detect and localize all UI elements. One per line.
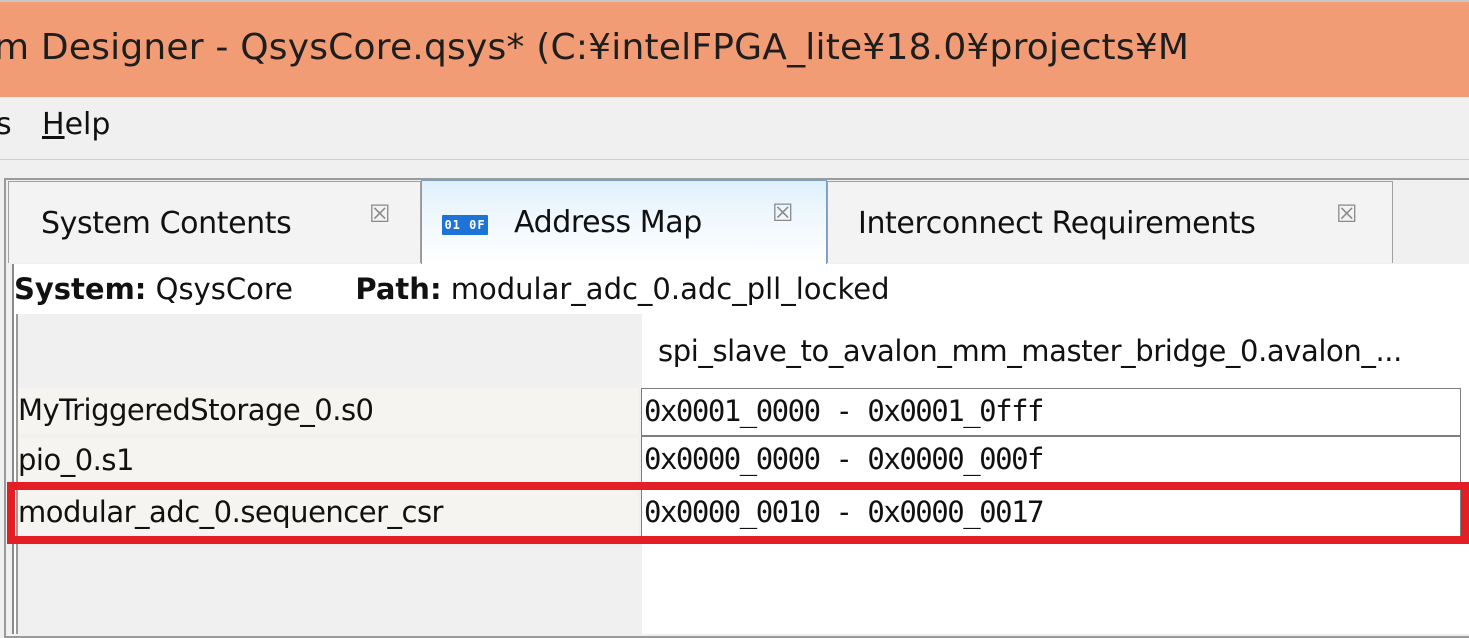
close-icon[interactable]: ☒ xyxy=(369,200,391,228)
table-row-label[interactable]: MyTriggeredStorage_0.s0 xyxy=(18,388,638,434)
column-header-master[interactable]: spi_slave_to_avalon_mm_master_bridge_0.a… xyxy=(658,334,1402,368)
highlight-box xyxy=(7,482,1469,544)
path-key: Path: xyxy=(355,272,442,306)
path-value: modular_adc_0.adc_pll_locked xyxy=(450,272,890,306)
tab-interconnect-requirements[interactable]: Interconnect Requirements ☒ xyxy=(827,181,1393,263)
window-title: m Designer - QsysCore.qsys* (C:¥intelFPG… xyxy=(0,27,1190,68)
menu-help-mnemonic: H xyxy=(42,107,65,142)
tab-label: System Contents xyxy=(41,206,292,241)
window-titlebar: m Designer - QsysCore.qsys* (C:¥intelFPG… xyxy=(0,0,1469,97)
close-icon[interactable]: ☒ xyxy=(772,199,794,227)
table-row-range[interactable]: 0x0000_0000 - 0x0000_000f xyxy=(641,436,1461,484)
system-key: System: xyxy=(14,272,147,306)
close-icon[interactable]: ☒ xyxy=(1336,200,1358,228)
menu-help-label: elp xyxy=(64,107,111,142)
table-row-label[interactable]: pio_0.s1 xyxy=(18,438,638,484)
menu-item-help[interactable]: Help xyxy=(42,107,110,142)
tab-system-contents[interactable]: System Contents ☒ xyxy=(8,181,421,263)
menubar: s Help xyxy=(0,97,1469,160)
menu-item-partial[interactable]: s xyxy=(0,107,12,142)
tab-address-map[interactable]: 01 0F Address Map ☒ xyxy=(421,180,827,264)
address-map-icon: 01 0F xyxy=(442,215,488,235)
tab-label: Interconnect Requirements xyxy=(858,206,1256,241)
system-value: QsysCore xyxy=(155,272,293,306)
tab-label: Address Map xyxy=(514,205,702,240)
system-path-line: System: QsysCore Path: modular_adc_0.adc… xyxy=(14,272,890,306)
table-row-range[interactable]: 0x0001_0000 - 0x0001_0fff xyxy=(641,388,1461,436)
